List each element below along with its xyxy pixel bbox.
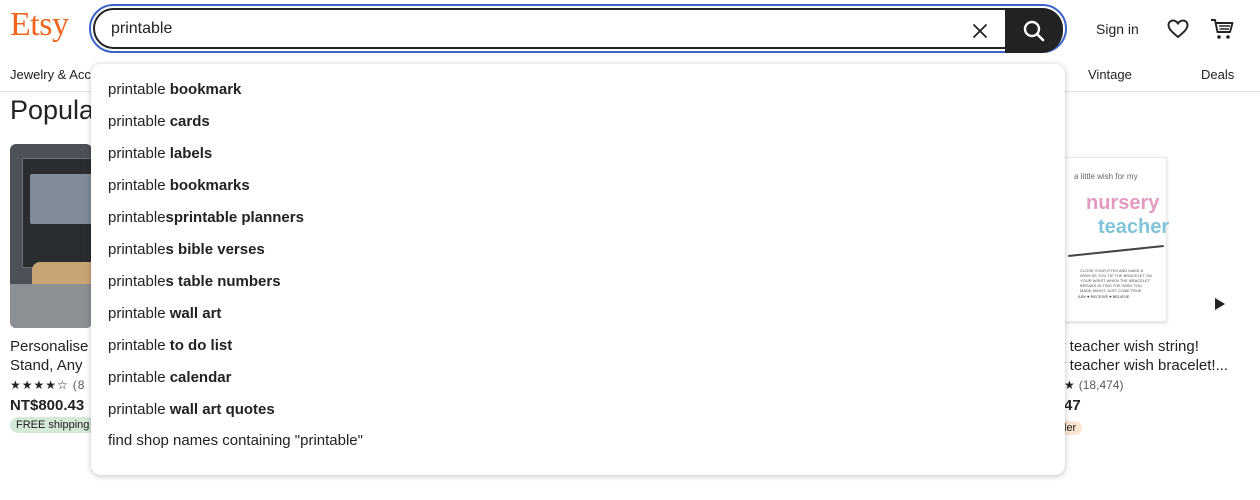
suggestion-item[interactable]: printablesprintable planners <box>108 202 1048 234</box>
suggestion-item[interactable]: printable wall art <box>108 298 1048 330</box>
header: Etsy Sign in <box>0 0 1260 58</box>
suggestion-completion: calendar <box>165 369 232 386</box>
search-input[interactable] <box>111 10 951 47</box>
suggestion-typed: printable <box>108 305 166 322</box>
wooden-base <box>32 262 92 286</box>
image-word-teacher: teacher <box>1098 216 1170 238</box>
nav-item-vintage[interactable]: Vintage <box>1088 67 1132 82</box>
suggestion-typed: printable <box>108 369 166 386</box>
search-button[interactable] <box>1005 8 1063 53</box>
suggestion-item[interactable]: printables bible verses <box>108 234 1048 266</box>
search-focus-ring <box>89 4 1067 53</box>
bracelet-string <box>1068 244 1164 258</box>
suggestion-item[interactable]: printable bookmark <box>108 74 1048 106</box>
left-review-count: (8 <box>72 378 86 392</box>
nav-item-jewelry[interactable]: Jewelry & Acc <box>10 67 91 82</box>
suggestion-item[interactable]: printable wall art quotes <box>108 394 1048 426</box>
close-icon <box>973 24 987 38</box>
suggestion-item[interactable]: printable labels <box>108 138 1048 170</box>
suggestion-item[interactable]: printable cards <box>108 106 1048 138</box>
suggestion-completion: s bible verses <box>165 241 265 258</box>
suggestion-typed: printable <box>108 145 166 162</box>
free-shipping-badge: FREE shipping <box>10 417 96 433</box>
suggestion-completion: labels <box>165 145 213 162</box>
clear-search-button[interactable] <box>967 18 993 44</box>
right-title-line1: y teacher wish string! <box>1058 338 1199 355</box>
left-title-line1: Personalise <box>10 338 89 355</box>
cart-button[interactable] <box>1209 16 1235 42</box>
search-icon <box>1023 20 1045 41</box>
nav-item-deals[interactable]: Deals <box>1201 67 1234 82</box>
left-title-line2: Stand, Any <box>10 357 83 374</box>
right-price: 47 <box>1064 397 1081 414</box>
left-rating: ★★★★☆ (8 <box>10 378 85 392</box>
image-footer-text: ASK ♥ RECEIVE ♥ BELIEVE <box>1078 294 1130 299</box>
suggestion-completion: sprintable planners <box>165 209 304 226</box>
left-product-title[interactable]: Personalise Stand, Any <box>10 337 92 375</box>
image-floor <box>10 284 92 328</box>
cart-icon <box>1211 19 1234 39</box>
left-price: NT$800.43 <box>10 397 85 414</box>
suggestion-completion: cards <box>165 113 210 130</box>
right-title-line2: y teacher wish bracelet!... <box>1058 357 1229 374</box>
suggestion-typed: printable <box>108 241 166 258</box>
left-product-image[interactable] <box>10 144 92 328</box>
sign-in-link[interactable]: Sign in <box>1096 21 1139 37</box>
right-product-image[interactable]: a little wish for my nursery teacher CLO… <box>1063 157 1170 322</box>
heart-icon <box>1167 19 1189 39</box>
suggestion-completion: s table numbers <box>165 273 281 290</box>
etsy-logo[interactable]: Etsy <box>10 6 69 44</box>
image-word-nursery: nursery <box>1086 192 1160 214</box>
find-shop-names-link[interactable]: find shop names containing "printable" <box>108 432 363 449</box>
photo-print <box>30 174 92 224</box>
star-rating-icon: ★★★★☆ <box>10 378 69 392</box>
suggestion-typed: printable <box>108 209 166 226</box>
image-caption-small: a little wish for my <box>1074 172 1138 181</box>
suggestion-item[interactable]: printable calendar <box>108 362 1048 394</box>
bestseller-badge: ler <box>1064 421 1083 435</box>
suggestion-completion: to do list <box>165 337 233 354</box>
suggestion-item[interactable]: printable bookmarks <box>108 170 1048 202</box>
suggestion-typed: printable <box>108 401 166 418</box>
suggestion-completion: bookmarks <box>165 177 250 194</box>
star-rating-icon: ★ <box>1064 378 1075 392</box>
suggestion-typed: printable <box>108 337 166 354</box>
suggestion-completion: wall art <box>165 305 222 322</box>
suggestion-item[interactable]: printable to do list <box>108 330 1048 362</box>
right-review-count: (18,474) <box>1078 378 1124 392</box>
search-suggestions-dropdown: printable bookmark printable cards print… <box>91 64 1065 475</box>
right-product-title[interactable]: y teacher wish string! y teacher wish br… <box>1058 337 1254 375</box>
play-icon <box>1215 298 1225 310</box>
suggestion-typed: printable <box>108 273 166 290</box>
favorites-button[interactable] <box>1166 17 1190 41</box>
right-rating: ★ (18,474) <box>1064 378 1123 392</box>
play-video-button[interactable] <box>1214 297 1226 311</box>
suggestion-completion: wall art quotes <box>165 401 275 418</box>
suggestion-item[interactable]: printables table numbers <box>108 266 1048 298</box>
section-title: Popula <box>10 95 95 125</box>
suggestion-typed: printable <box>108 177 166 194</box>
suggestion-completion: bookmark <box>165 81 242 98</box>
search-bar <box>93 8 1063 53</box>
suggestion-typed: printable <box>108 113 166 130</box>
suggestion-typed: printable <box>108 81 166 98</box>
image-body-text: CLOSE YOUR EYES AND MAKE A WISH AS YOU T… <box>1080 268 1152 293</box>
